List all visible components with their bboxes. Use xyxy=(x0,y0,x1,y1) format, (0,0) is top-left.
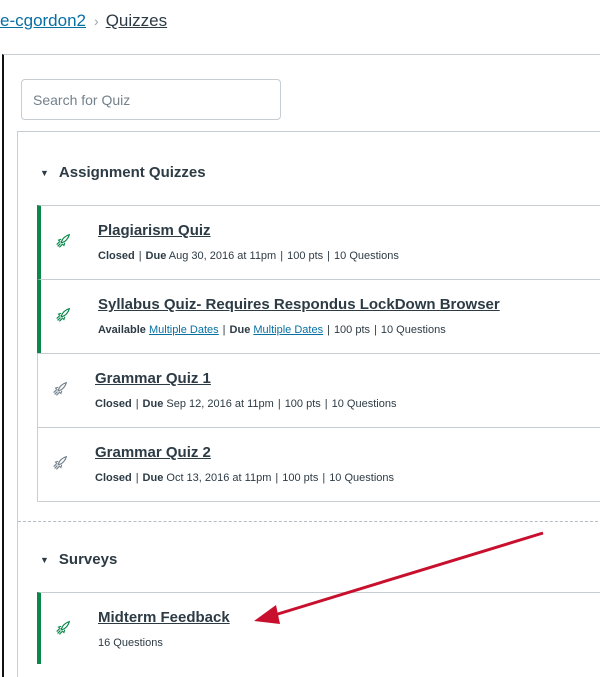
surveys-list: Midterm Feedback 16 Questions xyxy=(37,592,600,664)
search-quiz-input[interactable] xyxy=(21,79,281,120)
top-cropped-text xyxy=(0,0,600,4)
due-date: Sep 12, 2016 at 11pm xyxy=(166,398,274,410)
quiz-title-link[interactable]: Grammar Quiz 2 xyxy=(95,444,211,461)
available-dates-link[interactable]: Multiple Dates xyxy=(149,324,219,336)
quiz-row[interactable]: Plagiarism Quiz Closed | Due Aug 30, 2016 … xyxy=(37,205,600,279)
meta-divider: | xyxy=(138,250,142,262)
due-label: Due xyxy=(145,250,167,262)
meta-divider: | xyxy=(280,250,284,262)
group-toggle-surveys[interactable]: ▼ Surveys xyxy=(40,551,117,568)
due-date: Aug 30, 2016 at 11pm xyxy=(168,250,277,262)
quiz-meta: Closed | Due Sep 12, 2016 at 11pm | 100 pts |… xyxy=(95,398,396,410)
rocket-icon[interactable] xyxy=(51,380,69,398)
meta-divider: | xyxy=(324,398,328,410)
due-label: Due xyxy=(229,324,251,336)
list-bottom-border xyxy=(38,501,600,502)
rocket-icon[interactable] xyxy=(54,306,72,324)
meta-divider: | xyxy=(322,472,326,484)
quiz-title-link[interactable]: Grammar Quiz 1 xyxy=(95,370,211,387)
breadcrumb-course-link[interactable]: e-cgordon2 xyxy=(0,11,86,31)
meta-divider: | xyxy=(327,324,330,336)
quiz-points: 100 pts xyxy=(333,324,371,336)
group-toggle-assignment-quizzes[interactable]: ▼ Assignment Quizzes xyxy=(40,164,206,181)
quiz-question-count: 10 Questions xyxy=(380,324,446,336)
breadcrumb: e-cgordon2 › Quizzes xyxy=(0,6,167,36)
quiz-status: Closed xyxy=(98,250,135,262)
quiz-status: Available xyxy=(98,324,146,336)
due-dates-link[interactable]: Multiple Dates xyxy=(253,324,323,336)
quiz-points: 100 pts xyxy=(284,398,321,410)
caret-down-icon: ▼ xyxy=(40,554,49,565)
quiz-meta: 16 Questions xyxy=(98,637,163,649)
breadcrumb-separator: › xyxy=(94,13,99,29)
caret-down-icon: ▼ xyxy=(40,167,49,178)
quiz-meta: Closed | Due Aug 30, 2016 at 11pm | 100 pts |… xyxy=(98,250,399,262)
rocket-icon[interactable] xyxy=(54,619,72,637)
quiz-points: 100 pts xyxy=(282,472,319,484)
meta-divider: | xyxy=(277,398,281,410)
meta-divider: | xyxy=(275,472,279,484)
meta-divider: | xyxy=(222,324,226,336)
rocket-icon[interactable] xyxy=(54,232,72,250)
rocket-icon[interactable] xyxy=(51,454,69,472)
quiz-status: Closed xyxy=(95,398,132,410)
meta-divider: | xyxy=(135,398,139,410)
group-divider xyxy=(18,521,600,522)
due-label: Due xyxy=(142,472,164,484)
quiz-question-count: 10 Questions xyxy=(331,398,397,410)
quiz-question-count: 10 Questions xyxy=(334,250,399,262)
assignment-quizzes-list: Plagiarism Quiz Closed | Due Aug 30, 2016 … xyxy=(37,205,600,502)
quiz-row[interactable]: Syllabus Quiz- Requires Respondus LockDo… xyxy=(37,279,600,353)
meta-divider: | xyxy=(135,472,139,484)
due-date: Oct 13, 2016 at 11pm xyxy=(166,472,272,484)
due-label: Due xyxy=(142,398,164,410)
quiz-meta: Closed | Due Oct 13, 2016 at 11pm | 100 pts |… xyxy=(95,472,394,484)
quiz-question-count: 16 Questions xyxy=(98,637,163,649)
quiz-row[interactable]: Grammar Quiz 2 Closed | Due Oct 13, 2016 a… xyxy=(37,427,600,501)
quiz-row[interactable]: Grammar Quiz 1 Closed | Due Sep 12, 2016 a… xyxy=(37,353,600,427)
group-title: Surveys xyxy=(58,551,118,568)
group-title: Assignment Quizzes xyxy=(58,164,206,181)
quiz-title-link[interactable]: Syllabus Quiz- Requires Respondus LockDo… xyxy=(98,296,500,313)
quiz-meta: Available Multiple Dates | Due Multiple Da… xyxy=(98,324,446,336)
quiz-question-count: 10 Questions xyxy=(329,472,395,484)
quiz-title-link[interactable]: Plagiarism Quiz xyxy=(98,222,211,239)
quiz-status: Closed xyxy=(95,472,132,484)
breadcrumb-current[interactable]: Quizzes xyxy=(106,11,167,31)
quiz-points: 100 pts xyxy=(287,250,324,262)
meta-divider: | xyxy=(327,250,331,262)
meta-divider: | xyxy=(374,324,377,336)
quiz-title-link[interactable]: Midterm Feedback xyxy=(98,609,230,626)
quiz-row[interactable]: Midterm Feedback 16 Questions xyxy=(37,592,600,664)
